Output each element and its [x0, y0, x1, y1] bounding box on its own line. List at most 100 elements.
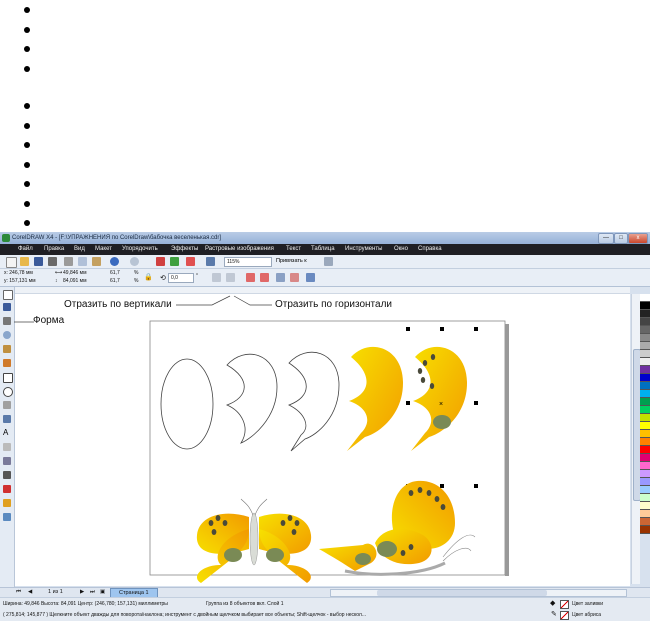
undo-icon[interactable] [110, 257, 119, 266]
swatch-light-green[interactable] [640, 406, 650, 414]
swatch-gray-70[interactable] [640, 326, 650, 334]
swatch-gray-20[interactable] [640, 350, 650, 358]
new-icon[interactable] [6, 257, 17, 268]
swatch-cream[interactable] [640, 502, 650, 510]
pick-tool-icon[interactable] [3, 290, 13, 300]
swatch-brown[interactable] [640, 518, 650, 526]
basic-shapes-icon[interactable] [3, 415, 11, 423]
scale-y[interactable]: 61,7 [110, 278, 120, 284]
zoom-combo[interactable]: 115% [224, 257, 272, 267]
outline-color-swatch[interactable] [560, 611, 569, 620]
menu-tools[interactable]: Инструменты [345, 244, 382, 255]
add-page-icon[interactable]: ▣ [100, 588, 105, 597]
export-icon[interactable] [170, 257, 179, 266]
object-width[interactable]: 49,846 мм [63, 270, 87, 276]
object-height[interactable]: 84,091 мм [63, 278, 87, 284]
redo-icon[interactable] [130, 257, 139, 266]
swatch-none[interactable] [640, 294, 650, 302]
snap-to-dropdown[interactable]: Привязать к [276, 258, 307, 264]
swatch-gold[interactable] [640, 430, 650, 438]
swatch-black[interactable] [640, 302, 650, 310]
scale-x[interactable]: 61,7 [110, 270, 120, 276]
intersect-icon[interactable] [306, 273, 315, 282]
swatch-gray-90[interactable] [640, 310, 650, 318]
swatch-magenta[interactable] [640, 454, 650, 462]
menu-table[interactable]: Таблица [311, 244, 335, 255]
outline-tool-icon[interactable] [3, 485, 11, 493]
swatch-mid-blue[interactable] [640, 382, 650, 390]
import-icon[interactable] [156, 257, 165, 266]
menu-bitmaps[interactable]: Растровые изображения [205, 244, 274, 255]
horizontal-scroll-thumb[interactable] [377, 590, 547, 596]
menu-window[interactable]: Окно [394, 244, 408, 255]
eyedropper-icon[interactable] [3, 471, 11, 479]
menu-edit[interactable]: Правка [44, 244, 64, 255]
interactive-fill-icon[interactable] [3, 513, 11, 521]
save-icon[interactable] [34, 257, 43, 266]
swatch-peach[interactable] [640, 510, 650, 518]
swatch-red[interactable] [640, 446, 650, 454]
text-tool-icon[interactable]: A [3, 429, 11, 437]
maximize-button[interactable]: □ [614, 233, 628, 244]
combine-icon[interactable] [246, 273, 255, 282]
menu-arrange[interactable]: Упорядочить [122, 244, 158, 255]
weld-icon[interactable] [276, 273, 285, 282]
swatch-lime[interactable] [640, 414, 650, 422]
app-launcher-icon[interactable] [186, 257, 195, 266]
freehand-tool-icon[interactable] [3, 345, 11, 353]
swatch-purple[interactable] [640, 366, 650, 374]
swatch-cyan[interactable] [640, 390, 650, 398]
swatch-lavender[interactable] [640, 470, 650, 478]
swatch-yellow[interactable] [640, 422, 650, 430]
open-icon[interactable] [20, 257, 29, 266]
paste-icon[interactable] [92, 257, 101, 266]
prev-page-icon[interactable]: ◀ [28, 588, 32, 597]
welcome-icon[interactable] [206, 257, 215, 266]
horizontal-scrollbar[interactable] [330, 589, 627, 597]
lock-ratio-icon[interactable]: 🔒 [144, 273, 153, 281]
swatch-green[interactable] [640, 398, 650, 406]
swatch-gray-80[interactable] [640, 318, 650, 326]
fill-color-swatch[interactable] [560, 600, 569, 609]
options-icon[interactable] [324, 257, 333, 266]
last-page-icon[interactable]: ⏭ [90, 588, 95, 597]
cut-icon[interactable] [64, 257, 73, 266]
next-page-icon[interactable]: ▶ [80, 588, 84, 597]
table-tool-icon[interactable] [3, 443, 11, 451]
dimension-tool-icon[interactable] [3, 457, 11, 465]
print-icon[interactable] [48, 257, 57, 266]
swatch-gray-10[interactable] [640, 358, 650, 366]
ellipse-tool-icon[interactable] [3, 387, 13, 397]
smart-fill-icon[interactable] [3, 359, 11, 367]
vertical-scrollbar[interactable] [631, 294, 641, 584]
mirror-horizontal-button[interactable] [212, 273, 221, 282]
swatch-sky[interactable] [640, 486, 650, 494]
drawing-workspace[interactable]: × [15, 287, 630, 586]
y-position[interactable]: y: 157,131 мм [4, 278, 36, 284]
angle-input[interactable]: 0,0 [168, 273, 194, 283]
fill-tool-icon[interactable] [3, 499, 11, 507]
polygon-tool-icon[interactable] [3, 401, 11, 409]
menu-effects[interactable]: Эффекты [171, 244, 198, 255]
swatch-dark-brown[interactable] [640, 526, 650, 534]
mirror-vertical-button[interactable] [226, 273, 235, 282]
menu-file[interactable]: Файл [18, 244, 33, 255]
menu-layout[interactable]: Макет [95, 244, 112, 255]
first-page-icon[interactable]: ⏮ [16, 588, 21, 597]
zoom-tool-icon[interactable] [3, 331, 11, 339]
menu-view[interactable]: Вид [74, 244, 85, 255]
minimize-button[interactable]: — [598, 233, 614, 244]
swatch-mint[interactable] [640, 494, 650, 502]
swatch-pink[interactable] [640, 462, 650, 470]
rectangle-tool-icon[interactable] [3, 373, 13, 383]
swatch-gray-50[interactable] [640, 334, 650, 342]
trim-icon[interactable] [290, 273, 299, 282]
shape-tool-icon[interactable] [3, 303, 11, 311]
crop-tool-icon[interactable] [3, 317, 11, 325]
swatch-blue[interactable] [640, 374, 650, 382]
copy-icon[interactable] [78, 257, 87, 266]
menu-text[interactable]: Текст [286, 244, 301, 255]
swatch-orange[interactable] [640, 438, 650, 446]
break-apart-icon[interactable] [260, 273, 269, 282]
x-position[interactable]: x: 246,78 мм [4, 270, 33, 276]
